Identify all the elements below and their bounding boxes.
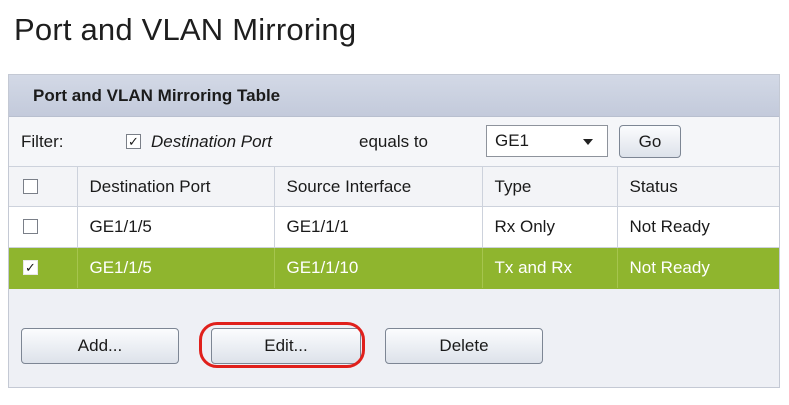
cell-source-interface: GE1/1/10 <box>274 247 483 289</box>
go-button[interactable]: Go <box>619 125 681 158</box>
row-checkbox-checked[interactable]: ✓ <box>23 260 38 275</box>
select-value: GE1 <box>495 131 530 150</box>
delete-button[interactable]: Delete <box>385 328 543 364</box>
page-title: Port and VLAN Mirroring <box>14 12 357 47</box>
row-checkbox-cell: ✓ <box>9 247 78 289</box>
filter-field-label: Destination Port <box>151 132 272 151</box>
mirroring-table-panel: Port and VLAN Mirroring Table Filter: ✓ … <box>8 74 780 388</box>
col-destination-port[interactable]: Destination Port <box>77 167 275 207</box>
panel-header: Port and VLAN Mirroring Table <box>9 75 779 117</box>
filter-label: Filter: <box>21 132 64 151</box>
filter-checkbox[interactable]: ✓ <box>126 134 141 149</box>
cell-destination-port: GE1/1/5 <box>77 206 275 248</box>
destination-port-select[interactable]: GE1 <box>486 125 608 157</box>
mirroring-table: Destination Port Source Interface Type S… <box>9 167 779 289</box>
cell-type: Rx Only <box>482 206 618 248</box>
select-all-checkbox[interactable] <box>23 179 38 194</box>
col-source-interface[interactable]: Source Interface <box>274 167 483 207</box>
action-bar: Add... Edit... Delete <box>9 322 779 372</box>
edit-button[interactable]: Edit... <box>211 328 361 364</box>
col-status[interactable]: Status <box>617 167 779 207</box>
select-all-cell <box>9 167 78 207</box>
cell-status: Not Ready <box>617 206 779 248</box>
row-checkbox-cell <box>9 206 78 248</box>
cell-type: Tx and Rx <box>482 247 618 289</box>
table-row-selected[interactable]: ✓ GE1/1/5 GE1/1/10 Tx and Rx Not Ready <box>9 247 779 289</box>
row-checkbox[interactable] <box>23 219 38 234</box>
filter-row: Filter: ✓ Destination Port equals to GE1… <box>9 117 779 167</box>
table-row[interactable]: GE1/1/5 GE1/1/1 Rx Only Not Ready <box>9 206 779 248</box>
cell-source-interface: GE1/1/1 <box>274 206 483 248</box>
cell-status: Not Ready <box>617 247 779 289</box>
panel-title: Port and VLAN Mirroring Table <box>33 86 281 105</box>
chevron-down-icon <box>583 139 593 145</box>
add-button[interactable]: Add... <box>21 328 179 364</box>
col-type[interactable]: Type <box>482 167 618 207</box>
cell-destination-port: GE1/1/5 <box>77 247 275 289</box>
table-header-row: Destination Port Source Interface Type S… <box>9 167 779 207</box>
filter-operator-label: equals to <box>359 132 428 151</box>
